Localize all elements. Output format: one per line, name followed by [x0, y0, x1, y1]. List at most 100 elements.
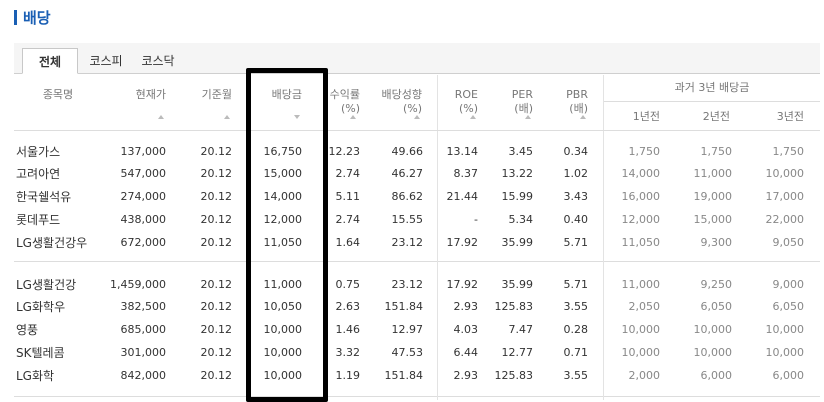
sort-up-icon[interactable] — [224, 115, 230, 119]
stock-name[interactable]: LG생활건강 — [16, 278, 106, 292]
stock-name[interactable]: LG화학 — [16, 369, 106, 383]
col-header-payout-line2: (%) — [402, 102, 422, 115]
base-month-value: 20.12 — [200, 236, 233, 249]
col-header-pbr-line2: (배) — [569, 102, 588, 115]
stock-name[interactable]: 한국쉘석유 — [16, 190, 106, 204]
col-header-per[interactable]: PER (배) — [500, 88, 533, 116]
roe-value: 8.37 — [453, 167, 479, 180]
tab-all[interactable]: 전체 — [22, 48, 78, 74]
col-header-name[interactable]: 종목명 — [30, 88, 86, 102]
col-header-payout[interactable]: 배당성향 (%) — [372, 88, 422, 116]
base-month-value: 20.12 — [200, 300, 233, 313]
header-divider — [603, 75, 604, 130]
stock-name[interactable]: 고려아연 — [16, 167, 106, 181]
col-header-past-1y[interactable]: 1년전 — [616, 110, 660, 124]
header-bottom-border — [14, 130, 820, 131]
base-month-value: 20.12 — [200, 278, 233, 291]
payout-value: 49.66 — [391, 145, 424, 158]
stock-name[interactable]: LG화학우 — [16, 300, 106, 314]
past-3y-value: 1,750 — [772, 145, 805, 158]
pbr-value: 3.55 — [563, 369, 589, 382]
col-header-roe-line1: ROE — [454, 88, 478, 101]
stock-name[interactable]: SK텔레콤 — [16, 346, 106, 360]
sort-up-icon[interactable] — [525, 115, 531, 119]
price-value: 274,000 — [120, 190, 167, 203]
col-header-price[interactable]: 현재가 — [120, 88, 166, 102]
per-value: 125.83 — [494, 300, 534, 313]
base-month-value: 20.12 — [200, 323, 233, 336]
price-value: 137,000 — [120, 145, 167, 158]
price-value: 842,000 — [120, 369, 167, 382]
sort-up-icon[interactable] — [350, 115, 356, 119]
past-2y-value: 19,000 — [693, 190, 733, 203]
past-2y-value: 15,000 — [693, 213, 733, 226]
payout-value: 47.53 — [391, 346, 424, 359]
past-3y-value: 10,000 — [765, 346, 805, 359]
past-1y-value: 14,000 — [621, 167, 661, 180]
section-title-text: 배당 — [23, 8, 51, 27]
price-value: 382,500 — [120, 300, 167, 313]
roe-value: 6.44 — [453, 346, 479, 359]
per-value: 7.47 — [508, 323, 534, 336]
row-group-divider — [14, 396, 820, 397]
roe-value: 13.14 — [446, 145, 479, 158]
col-header-pbr-line1: PBR — [566, 88, 588, 101]
past-2y-value: 10,000 — [693, 346, 733, 359]
past-3y-value: 22,000 — [765, 213, 805, 226]
sort-up-icon[interactable] — [470, 115, 476, 119]
col-header-base-month[interactable]: 기준월 — [186, 88, 232, 102]
col-header-past-group: 과거 3년 배당금 — [674, 81, 750, 94]
past-3y-value: 9,000 — [772, 278, 805, 291]
pbr-value: 0.71 — [563, 346, 589, 359]
past-3y-value: 17,000 — [765, 190, 805, 203]
pbr-value: 0.28 — [563, 323, 589, 336]
roe-value: 17.92 — [446, 236, 479, 249]
base-month-value: 20.12 — [200, 213, 233, 226]
column-divider — [437, 131, 438, 400]
pbr-value: 0.34 — [563, 145, 589, 158]
sort-up-icon[interactable] — [414, 115, 420, 119]
price-value: 685,000 — [120, 323, 167, 336]
price-value: 301,000 — [120, 346, 167, 359]
col-header-roe-line2: (%) — [458, 102, 478, 115]
roe-value: - — [474, 213, 478, 226]
market-tab-bar: 전체 코스피 코스닥 — [14, 43, 820, 74]
past-1y-value: 12,000 — [621, 213, 661, 226]
pbr-value: 0.40 — [563, 213, 589, 226]
stock-name[interactable]: LG생활건강우 — [16, 236, 106, 250]
past-2y-value: 6,050 — [700, 300, 733, 313]
base-month-value: 20.12 — [200, 190, 233, 203]
stock-name[interactable]: 영풍 — [16, 323, 106, 337]
past-2y-value: 1,750 — [700, 145, 733, 158]
stock-name[interactable]: 롯데푸드 — [16, 213, 106, 227]
col-header-pbr[interactable]: PBR (배) — [556, 88, 588, 116]
col-header-roe[interactable]: ROE (%) — [446, 88, 478, 116]
base-month-value: 20.12 — [200, 346, 233, 359]
past-1y-value: 16,000 — [621, 190, 661, 203]
sort-up-icon[interactable] — [580, 115, 586, 119]
past-3y-value: 10,000 — [765, 323, 805, 336]
pbr-value: 3.43 — [563, 190, 589, 203]
past-1y-value: 2,050 — [628, 300, 661, 313]
past-3y-value: 10,000 — [765, 167, 805, 180]
col-header-past-2y[interactable]: 2년전 — [686, 110, 730, 124]
past-1y-value: 11,050 — [621, 236, 661, 249]
base-month-value: 20.12 — [200, 145, 233, 158]
past-1y-value: 1,750 — [628, 145, 661, 158]
payout-value: 23.12 — [391, 236, 424, 249]
roe-value: 4.03 — [453, 323, 479, 336]
sort-up-icon[interactable] — [158, 115, 164, 119]
stock-name[interactable]: 서울가스 — [16, 145, 106, 159]
per-value: 15.99 — [501, 190, 534, 203]
per-value: 35.99 — [501, 236, 534, 249]
pbr-value: 5.71 — [563, 278, 589, 291]
tab-kospi[interactable]: 코스피 — [86, 48, 126, 73]
col-header-past-3y[interactable]: 3년전 — [760, 110, 804, 124]
per-value: 35.99 — [501, 278, 534, 291]
payout-value: 12.97 — [391, 323, 424, 336]
tab-kosdaq[interactable]: 코스닥 — [138, 48, 178, 73]
payout-value: 15.55 — [391, 213, 424, 226]
per-value: 13.22 — [501, 167, 534, 180]
price-value: 547,000 — [120, 167, 167, 180]
past-3y-value: 6,050 — [772, 300, 805, 313]
